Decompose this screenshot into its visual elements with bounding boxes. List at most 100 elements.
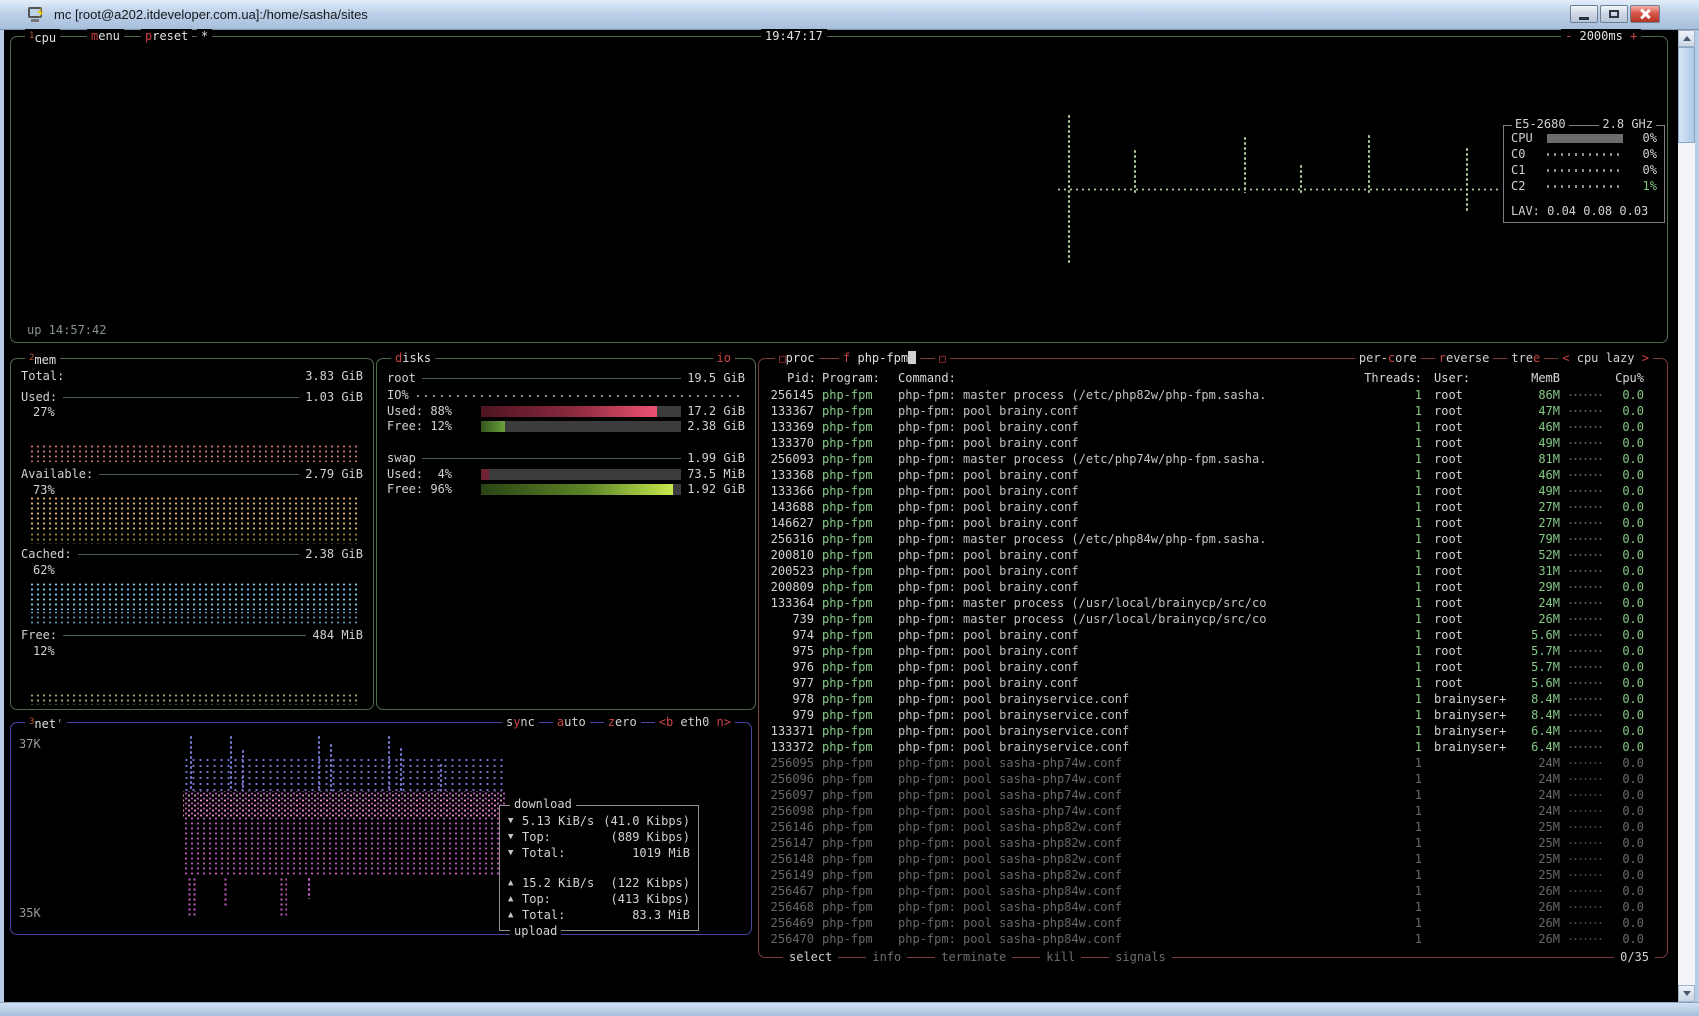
- minimize-button[interactable]: [1570, 5, 1598, 23]
- process-row[interactable]: 256470php-fpmphp-fpm: pool sasha-php84w.…: [760, 931, 1666, 947]
- col-threads[interactable]: Threads:: [1312, 371, 1422, 386]
- process-row[interactable]: 256148php-fpmphp-fpm: pool sasha-php82w.…: [760, 851, 1666, 867]
- process-row[interactable]: 146627php-fpmphp-fpm: pool brainy.conf1r…: [760, 515, 1666, 531]
- per-core-toggle[interactable]: per-core: [1355, 351, 1421, 366]
- cell-pid: 133370: [768, 436, 816, 451]
- terminate-action[interactable]: terminate: [935, 950, 1012, 965]
- process-row[interactable]: 974php-fpmphp-fpm: pool brainy.conf1root…: [760, 627, 1666, 643]
- process-row[interactable]: 256097php-fpmphp-fpm: pool sasha-php74w.…: [760, 787, 1666, 803]
- process-row[interactable]: 133364php-fpmphp-fpm: master process (/u…: [760, 595, 1666, 611]
- interval-control[interactable]: - 2000ms +: [1561, 29, 1641, 44]
- process-row[interactable]: 256145php-fpmphp-fpm: master process (/e…: [760, 387, 1666, 403]
- cell-user: brainyser+: [1422, 692, 1524, 707]
- tab-disks[interactable]: disks: [391, 351, 435, 366]
- process-row[interactable]: 256096php-fpmphp-fpm: pool sasha-php74w.…: [760, 771, 1666, 787]
- process-row[interactable]: 200523php-fpmphp-fpm: pool brainy.conf1r…: [760, 563, 1666, 579]
- process-row[interactable]: 256469php-fpmphp-fpm: pool sasha-php84w.…: [760, 915, 1666, 931]
- col-program[interactable]: Program:: [816, 371, 894, 386]
- process-row[interactable]: 739php-fpmphp-fpm: master process (/usr/…: [760, 611, 1666, 627]
- process-row[interactable]: 978php-fpmphp-fpm: pool brainyservice.co…: [760, 691, 1666, 707]
- process-row[interactable]: 133371php-fpmphp-fpm: pool brainyservice…: [760, 723, 1666, 739]
- tab-io[interactable]: io: [713, 351, 735, 366]
- select-action[interactable]: select: [783, 950, 838, 965]
- cpu-sparkline: [1560, 937, 1612, 942]
- menu-button[interactable]: menu: [87, 29, 124, 44]
- cpu-sparkline: [1560, 537, 1612, 542]
- scroll-up-button[interactable]: [1678, 30, 1695, 47]
- up-arrow-icon: ▲: [508, 876, 522, 891]
- process-row[interactable]: 133366php-fpmphp-fpm: pool brainy.conf1r…: [760, 483, 1666, 499]
- process-row[interactable]: 256095php-fpmphp-fpm: pool sasha-php74w.…: [760, 755, 1666, 771]
- auto-toggle[interactable]: auto: [553, 715, 590, 730]
- process-filter-input[interactable]: f php-fpm: [839, 351, 920, 366]
- scrollbar-thumb[interactable]: [1678, 47, 1695, 143]
- process-row[interactable]: 256098php-fpmphp-fpm: pool sasha-php74w.…: [760, 803, 1666, 819]
- sort-selector[interactable]: < cpu lazy >: [1558, 351, 1653, 366]
- process-row[interactable]: 977php-fpmphp-fpm: pool brainy.conf1root…: [760, 675, 1666, 691]
- mem-used-row: Used:1.03 GiB: [21, 390, 363, 405]
- kill-action[interactable]: kill: [1040, 950, 1081, 965]
- col-mem[interactable]: MemB: [1524, 371, 1560, 386]
- scrollbar[interactable]: [1678, 30, 1695, 1002]
- cell-prog: php-fpm: [816, 740, 894, 755]
- download-stat-row: ▼Total:1019 MiB: [500, 845, 698, 861]
- col-pid[interactable]: Pid:: [768, 371, 816, 386]
- reverse-toggle[interactable]: reverse: [1435, 351, 1494, 366]
- cpu-sparkline: [1560, 489, 1612, 494]
- process-row[interactable]: 256093php-fpmphp-fpm: master process (/e…: [760, 451, 1666, 467]
- cell-user: root: [1422, 564, 1524, 579]
- cell-prog: php-fpm: [816, 516, 894, 531]
- interface-selector[interactable]: <b eth0 n>: [655, 715, 735, 730]
- tree-toggle[interactable]: tree: [1507, 351, 1544, 366]
- process-row[interactable]: 256316php-fpmphp-fpm: master process (/e…: [760, 531, 1666, 547]
- zero-toggle[interactable]: zero: [604, 715, 641, 730]
- tab-cpu[interactable]: 1cpu: [25, 29, 60, 46]
- process-row[interactable]: 133370php-fpmphp-fpm: pool brainy.conf1r…: [760, 435, 1666, 451]
- process-row[interactable]: 979php-fpmphp-fpm: pool brainyservice.co…: [760, 707, 1666, 723]
- io-sparkline: [417, 395, 745, 397]
- process-row[interactable]: 133369php-fpmphp-fpm: pool brainy.conf1r…: [760, 419, 1666, 435]
- process-row[interactable]: 256146php-fpmphp-fpm: pool sasha-php82w.…: [760, 819, 1666, 835]
- process-table: 256145php-fpmphp-fpm: master process (/e…: [760, 387, 1666, 947]
- col-cpu[interactable]: Cpu%: [1612, 371, 1644, 386]
- cell-pid: 200809: [768, 580, 816, 595]
- col-command[interactable]: Command:: [894, 371, 1312, 386]
- process-row[interactable]: 200809php-fpmphp-fpm: pool brainy.conf1r…: [760, 579, 1666, 595]
- signals-action[interactable]: signals: [1109, 950, 1172, 965]
- cell-thr: 1: [1312, 564, 1422, 579]
- process-row[interactable]: 143688php-fpmphp-fpm: pool brainy.conf1r…: [760, 499, 1666, 515]
- disk-root-io-row: IO%: [387, 388, 745, 403]
- close-button[interactable]: [1630, 5, 1660, 23]
- info-action[interactable]: info: [866, 950, 907, 965]
- tab-proc[interactable]: □proc: [775, 351, 819, 366]
- process-row[interactable]: 133368php-fpmphp-fpm: pool brainy.conf1r…: [760, 467, 1666, 483]
- cell-user: root: [1422, 452, 1524, 467]
- tab-mem[interactable]: 2mem: [25, 351, 60, 368]
- process-row[interactable]: 200810php-fpmphp-fpm: pool brainy.conf1r…: [760, 547, 1666, 563]
- filter-value: php-fpm: [857, 351, 908, 365]
- cell-prog: php-fpm: [816, 628, 894, 643]
- interval-plus-button[interactable]: +: [1630, 29, 1637, 43]
- sync-toggle[interactable]: sync: [502, 715, 539, 730]
- cell-pid: 133366: [768, 484, 816, 499]
- process-row[interactable]: 133372php-fpmphp-fpm: pool brainyservice…: [760, 739, 1666, 755]
- col-user[interactable]: User:: [1422, 371, 1524, 386]
- cell-user: root: [1422, 484, 1524, 499]
- cell-cmd: php-fpm: pool brainy.conf: [894, 404, 1312, 419]
- cell-user: root: [1422, 500, 1524, 515]
- process-row[interactable]: 256149php-fpmphp-fpm: pool sasha-php82w.…: [760, 867, 1666, 883]
- process-row[interactable]: 133367php-fpmphp-fpm: pool brainy.conf1r…: [760, 403, 1666, 419]
- preset-button[interactable]: preset: [141, 29, 192, 44]
- scroll-down-button[interactable]: [1678, 985, 1695, 1002]
- cell-user: root: [1422, 420, 1524, 435]
- tab-net[interactable]: 3net': [25, 715, 67, 732]
- maximize-button[interactable]: [1600, 5, 1628, 23]
- window-titlebar[interactable]: mc [root@a202.itdeveloper.com.ua]:/home/…: [0, 0, 1699, 30]
- process-row[interactable]: 256468php-fpmphp-fpm: pool sasha-php84w.…: [760, 899, 1666, 915]
- cell-user: root: [1422, 644, 1524, 659]
- process-row[interactable]: 256467php-fpmphp-fpm: pool sasha-php84w.…: [760, 883, 1666, 899]
- process-row[interactable]: 975php-fpmphp-fpm: pool brainy.conf1root…: [760, 643, 1666, 659]
- process-row[interactable]: 256147php-fpmphp-fpm: pool sasha-php82w.…: [760, 835, 1666, 851]
- process-row[interactable]: 976php-fpmphp-fpm: pool brainy.conf1root…: [760, 659, 1666, 675]
- cell-thr: 1: [1312, 612, 1422, 627]
